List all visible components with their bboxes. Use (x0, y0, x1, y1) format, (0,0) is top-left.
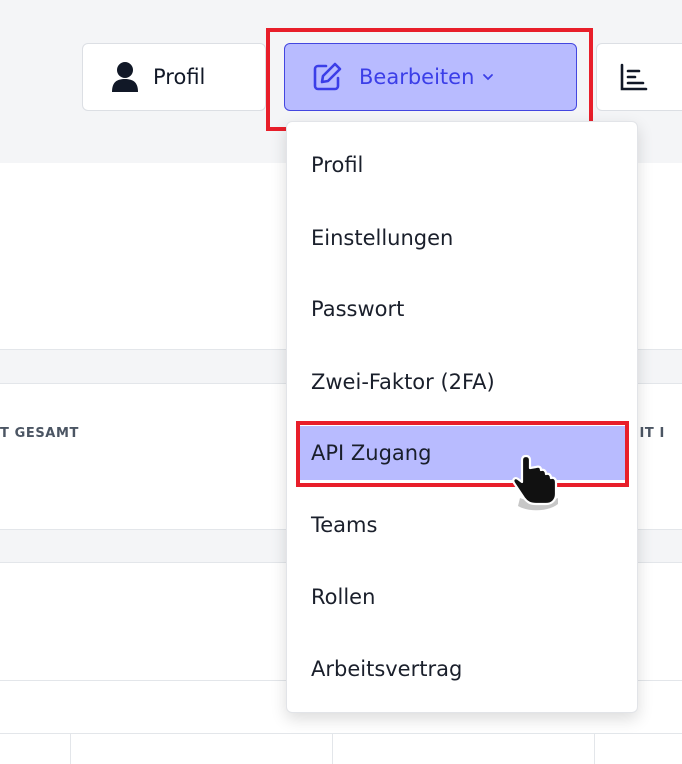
profile-button[interactable]: Profil (82, 43, 266, 111)
menu-item-passwort[interactable]: Passwort (299, 282, 627, 336)
bar-chart-icon (619, 62, 649, 92)
pencil-square-icon (311, 61, 343, 93)
menu-item-arbeitsvertrag[interactable]: Arbeitsvertrag (299, 642, 627, 696)
edit-dropdown-button[interactable]: Bearbeiten (284, 43, 577, 111)
menu-item-profil[interactable]: Profil (299, 138, 627, 192)
table-cell-divider (332, 733, 333, 764)
table-cell-divider (594, 733, 595, 764)
menu-item-rollen[interactable]: Rollen (299, 570, 627, 624)
profile-button-label: Profil (153, 65, 206, 89)
report-button[interactable] (596, 43, 682, 111)
app-page: T GESAMT EIT I Profil Bearbeiten Profil … (0, 0, 682, 764)
edit-dropdown-menu: Profil Einstellungen Passwort Zwei-Fakto… (286, 121, 638, 713)
menu-item-einstellungen[interactable]: Einstellungen (299, 211, 627, 265)
edit-dropdown-label: Bearbeiten (359, 65, 475, 89)
menu-item-api-zugang[interactable]: API Zugang (299, 426, 627, 480)
chevron-down-icon (482, 73, 494, 81)
table-cell-divider (70, 733, 71, 764)
column-header-total: T GESAMT (0, 426, 79, 441)
menu-item-teams[interactable]: Teams (299, 498, 627, 552)
table-row-divider (0, 733, 682, 734)
hand-pointer-icon (512, 454, 558, 511)
menu-item-zwei-faktor[interactable]: Zwei-Faktor (2FA) (299, 355, 627, 409)
user-icon (111, 61, 139, 93)
